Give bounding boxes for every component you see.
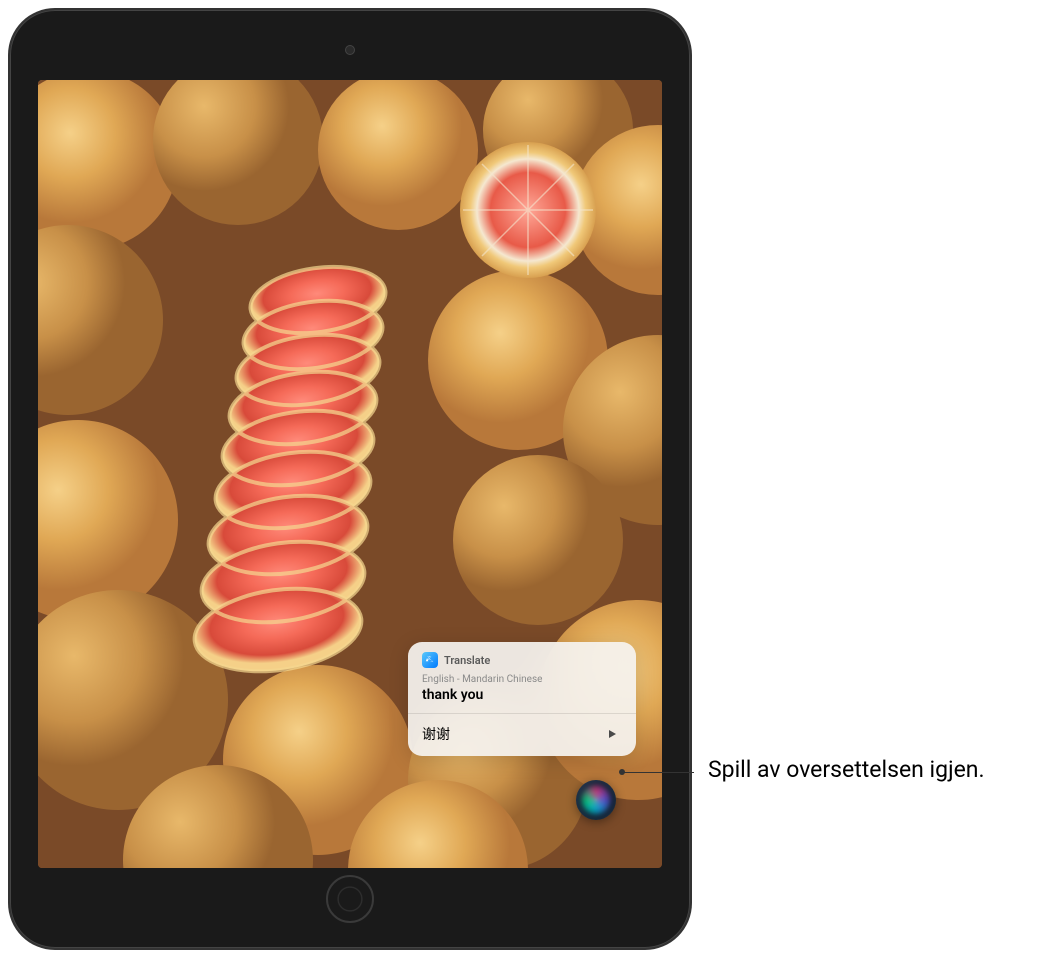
siri-orb-button[interactable] xyxy=(576,780,616,820)
translate-result-row: 谢谢 xyxy=(422,724,622,744)
callout-leader-line xyxy=(622,772,694,773)
home-button[interactable] xyxy=(326,875,374,923)
play-translation-button[interactable] xyxy=(602,724,622,744)
divider xyxy=(408,713,636,714)
translate-app-name: Translate xyxy=(444,654,490,667)
translate-language-pair: English - Mandarin Chinese xyxy=(422,674,622,685)
front-camera xyxy=(345,45,355,55)
ipad-device-frame: 文 Translate English - Mandarin Chinese t… xyxy=(10,10,690,948)
translate-app-icon: 文 xyxy=(422,652,438,668)
wallpaper-image: 文 Translate English - Mandarin Chinese t… xyxy=(38,80,662,868)
ipad-screen: 文 Translate English - Mandarin Chinese t… xyxy=(38,80,662,868)
siri-translate-card[interactable]: 文 Translate English - Mandarin Chinese t… xyxy=(408,642,636,756)
svg-text:文: 文 xyxy=(427,655,431,662)
callout-label: Spill av oversettelsen igjen. xyxy=(708,756,985,783)
play-icon xyxy=(606,728,618,740)
translate-source-text: thank you xyxy=(422,687,622,703)
translate-card-header: 文 Translate xyxy=(422,652,622,668)
translate-target-text: 谢谢 xyxy=(422,724,450,744)
